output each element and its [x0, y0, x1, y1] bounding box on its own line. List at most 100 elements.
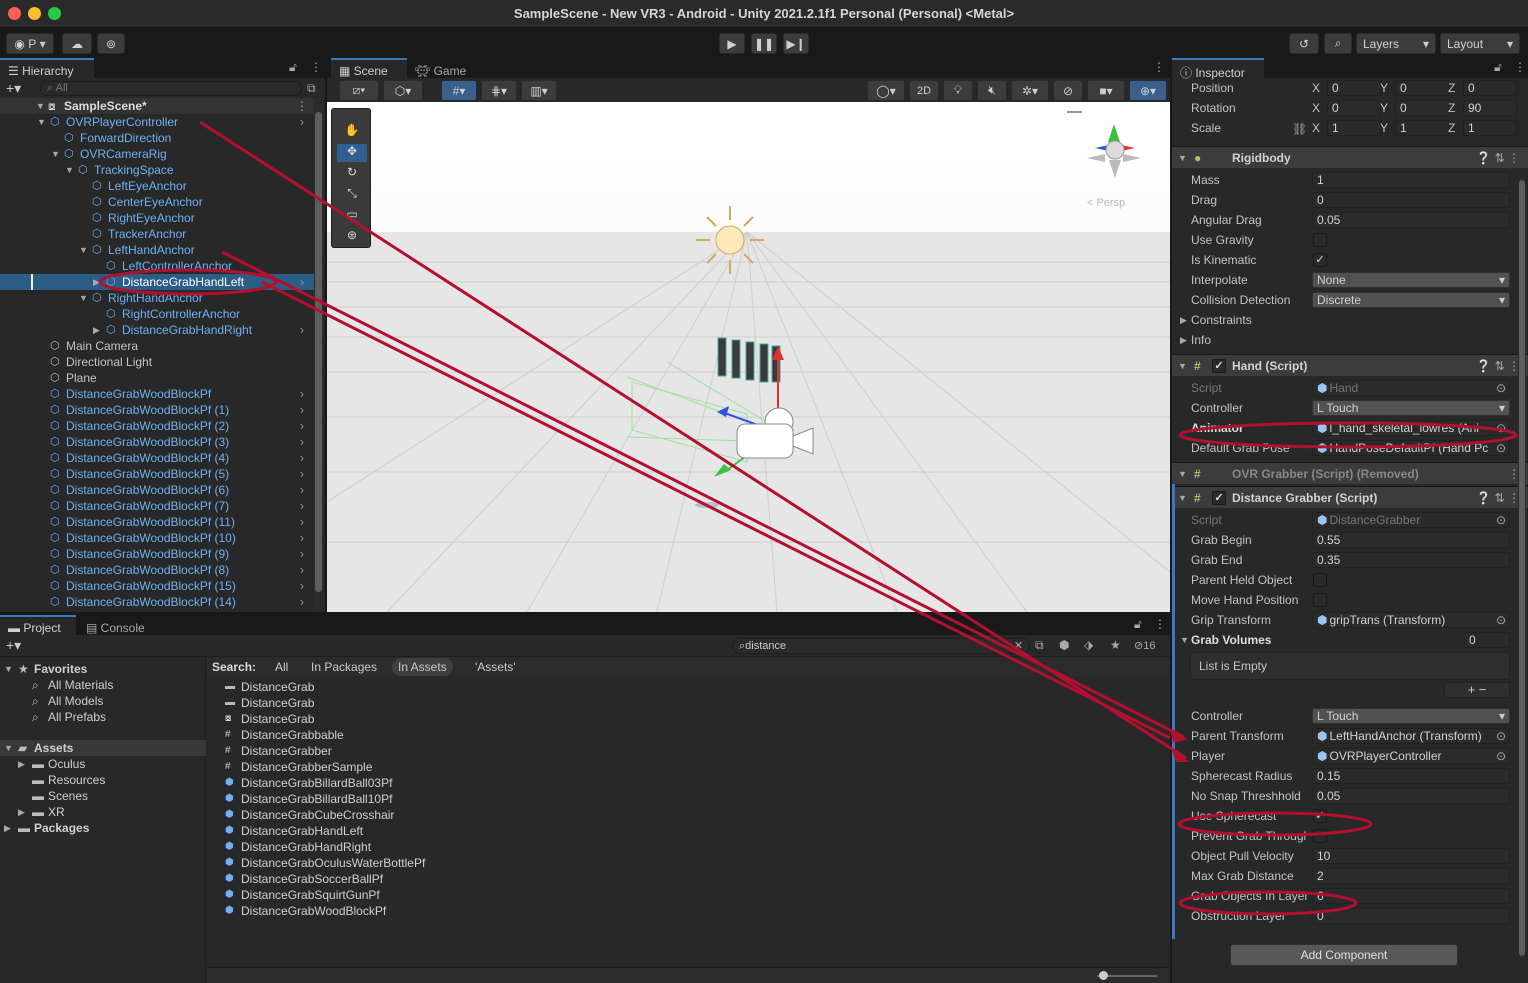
hierarchy-row[interactable]: ⬡ Plane — [0, 370, 320, 386]
hierarchy-row[interactable]: ▼ ⬡ OVRCameraRig — [0, 146, 320, 162]
pause-button[interactable]: ❚❚ — [751, 33, 777, 54]
toggle-2d-button[interactable]: 2D — [909, 80, 939, 101]
hierarchy-row[interactable]: ⬡ Directional Light — [0, 354, 320, 370]
add-object-button[interactable]: +▾ — [6, 80, 21, 97]
asset-result-row[interactable]: ▬ DistanceGrab — [207, 695, 1107, 711]
hierarchy-row[interactable]: ⬡ LeftEyeAnchor — [0, 178, 320, 194]
hierarchy-row[interactable]: ▶ ⬡ DistanceGrabHandRight › — [0, 322, 320, 338]
scene-row[interactable]: ▼ ⧇ SampleScene* ⋮ — [0, 98, 318, 114]
hierarchy-row[interactable]: ▼ ⬡ LeftHandAnchor — [0, 242, 320, 258]
effects-dropdown[interactable]: ✲▾ — [1011, 80, 1049, 101]
history-icon[interactable]: ↺ — [1289, 33, 1319, 54]
rigidbody-checkbox[interactable] — [1313, 233, 1327, 247]
rigidbody-checkbox[interactable]: ✓ — [1313, 253, 1327, 267]
fold-arrow-icon[interactable]: ▼ — [1178, 355, 1187, 377]
hierarchy-search-input[interactable]: ⌕ All — [40, 81, 302, 96]
hand-script-header[interactable]: ▼ # ✓ Hand (Script) ❔ ⇅ ⋮ — [1172, 354, 1528, 376]
hierarchy-row[interactable]: ⬡ RightEyeAnchor — [0, 210, 320, 226]
tab-game[interactable]: 👾︎ Game — [407, 58, 477, 78]
rigidbody-field[interactable]: 0.05 — [1312, 212, 1510, 228]
rigidbody-header-icons[interactable]: ❔ ⇅ ⋮ — [1476, 147, 1520, 169]
favorites-node[interactable]: ▼ ★ Favorites — [0, 661, 206, 677]
draw-mode-dropdown[interactable]: ⧄▾ — [339, 80, 379, 101]
constrain-proportions-icon[interactable]: ⛓ — [1292, 122, 1307, 136]
hierarchy-row[interactable]: ⬡ CenterEyeAnchor — [0, 194, 320, 210]
asset-result-row[interactable]: ⧇ DistanceGrab — [207, 711, 1107, 727]
orientation-dropdown[interactable]: ◯▾ — [867, 80, 905, 101]
hierarchy-row[interactable]: ▼ ⬡ TrackingSpace — [0, 162, 320, 178]
rotation-x-field[interactable]: 0 — [1327, 100, 1381, 116]
hierarchy-row[interactable]: ⬡ DistanceGrabWoodBlockPf (8) › — [0, 562, 320, 578]
open-prefab-arrow-icon[interactable]: › — [300, 322, 304, 338]
hierarchy-row[interactable]: ⬡ DistanceGrabWoodBlockPf (6) › — [0, 482, 320, 498]
rigidbody-row[interactable]: ▶ Info — [1172, 330, 1528, 350]
layout-dropdown[interactable]: Layout ▾ — [1440, 33, 1520, 54]
distance-grabber-field[interactable]: 6 — [1312, 888, 1510, 904]
open-prefab-arrow-icon[interactable]: › — [300, 418, 304, 434]
lighting-toggle[interactable]: 💡︎ — [943, 80, 973, 101]
asset-result-row[interactable]: ⬢ DistanceGrabBillardBall10Pf — [207, 791, 1107, 807]
distance-grabber-field[interactable]: ⬢ LeftHandAnchor (Transform) ⊙ — [1312, 728, 1510, 744]
favorite-item[interactable]: ⌕ All Models — [0, 693, 206, 709]
hand-script-header-icons[interactable]: ❔ ⇅ ⋮ — [1476, 355, 1520, 377]
object-picker-icon[interactable]: ⊙ — [1495, 613, 1506, 627]
scene-viewport[interactable]: < Persp ✋ ✥ ↻ ⤡ ▭ ⊛ — [327, 102, 1170, 612]
hierarchy-row[interactable]: ⬡ DistanceGrabWoodBlockPf (15) › — [0, 578, 320, 594]
search-icon[interactable]: ⌕ — [1324, 33, 1352, 54]
favorite-item[interactable]: ⌕ All Prefabs — [0, 709, 206, 725]
scene-menu-icon[interactable]: ⋮ — [296, 98, 308, 114]
audio-toggle[interactable]: 🔇︎ — [977, 80, 1007, 101]
search-filter-icon[interactable]: ⧉ — [307, 81, 316, 96]
hierarchy-row[interactable]: ⬡ DistanceGrabWoodBlockPf › — [0, 386, 320, 402]
assets-node[interactable]: ▼ ▰ Assets — [0, 740, 206, 756]
hierarchy-scroll-thumb[interactable] — [315, 112, 322, 592]
fold-arrow-icon[interactable]: ▼ — [79, 242, 88, 258]
layers-dropdown[interactable]: Layers ▾ — [1356, 33, 1436, 54]
rect-tool-icon[interactable]: ▭ — [337, 207, 367, 225]
rotation-z-field[interactable]: 90 — [1463, 100, 1517, 116]
icon-size-slider-thumb[interactable] — [1099, 971, 1108, 980]
search-scope-1[interactable]: In Packages — [305, 658, 383, 676]
asset-result-row[interactable]: ⬢ DistanceGrabHandLeft — [207, 823, 1107, 839]
asset-result-row[interactable]: ⬢ DistanceGrabBillardBall03Pf — [207, 775, 1107, 791]
favorite-star-icon[interactable]: ★ — [1110, 638, 1121, 652]
distance-grabber-header[interactable]: ▼ # ✓ Distance Grabber (Script) ❔ ⇅ ⋮ — [1172, 486, 1528, 508]
hierarchy-row[interactable]: ⬡ Main Camera — [0, 338, 320, 354]
hierarchy-row[interactable]: ⬡ DistanceGrabWoodBlockPf (14) › — [0, 594, 320, 610]
fold-arrow-icon[interactable]: ▼ — [1178, 487, 1187, 509]
project-search-input[interactable]: ⌕distance ✕ — [732, 638, 1030, 654]
asset-result-row[interactable]: ⬢ DistanceGrabHandRight — [207, 839, 1107, 855]
distance-grabber-checkbox[interactable] — [1313, 593, 1327, 607]
asset-folder[interactable]: ▬ Scenes — [0, 788, 206, 804]
grab-volumes-row[interactable]: ▼ Grab Volumes 0 — [1172, 630, 1528, 650]
hidden-objects-toggle[interactable]: ⊘ — [1053, 80, 1083, 101]
hierarchy-row[interactable]: ⬡ DistanceGrabWoodBlockPf (9) › — [0, 546, 320, 562]
hand-script-field[interactable]: ⬢ HandPoseDefaultPf (Hand Pc ⊙ — [1312, 440, 1510, 456]
rotation-y-field[interactable]: 0 — [1395, 100, 1449, 116]
fold-arrow-icon[interactable]: ▶ — [1180, 330, 1187, 350]
open-prefab-arrow-icon[interactable]: › — [300, 114, 304, 130]
scene-more-icon[interactable]: ⋮ — [1153, 60, 1165, 74]
clear-search-icon[interactable]: ✕ — [1014, 639, 1023, 653]
open-prefab-arrow-icon[interactable]: › — [300, 402, 304, 418]
packages-node[interactable]: ▶ ▬ Packages — [0, 820, 206, 836]
distance-grabber-field[interactable]: 0.35 — [1312, 552, 1510, 568]
add-component-button[interactable]: Add Component — [1230, 944, 1458, 966]
object-picker-icon[interactable]: ⊙ — [1495, 729, 1506, 743]
tag-icon[interactable]: ⬗ — [1084, 638, 1093, 652]
rotate-tool-icon[interactable]: ↻ — [337, 165, 367, 183]
tab-hierarchy[interactable]: ☰ Hierarchy — [0, 58, 94, 78]
open-prefab-arrow-icon[interactable]: › — [300, 482, 304, 498]
open-prefab-arrow-icon[interactable]: › — [300, 274, 304, 290]
tab-scene[interactable]: ▦ Scene — [331, 58, 407, 78]
hierarchy-row[interactable]: ▼ ⬡ OVRPlayerController › — [0, 114, 320, 130]
shading-dropdown[interactable]: ⬡▾ — [383, 80, 423, 101]
fold-arrow-icon[interactable]: ▼ — [37, 114, 46, 130]
hand-script-field[interactable]: ⬢ l_hand_skeletal_lowres (Ani ⊙ — [1312, 420, 1510, 436]
distance-grabber-checkbox[interactable] — [1313, 573, 1327, 587]
inspector-more-icon[interactable]: ⋮ — [1514, 60, 1526, 74]
rigidbody-row[interactable]: ▶ Constraints — [1172, 310, 1528, 330]
fold-arrow-icon[interactable]: ▶ — [18, 756, 25, 772]
rigidbody-field[interactable]: None ▾ — [1312, 272, 1510, 288]
account-button[interactable]: ◉ P ▾ — [6, 33, 54, 54]
